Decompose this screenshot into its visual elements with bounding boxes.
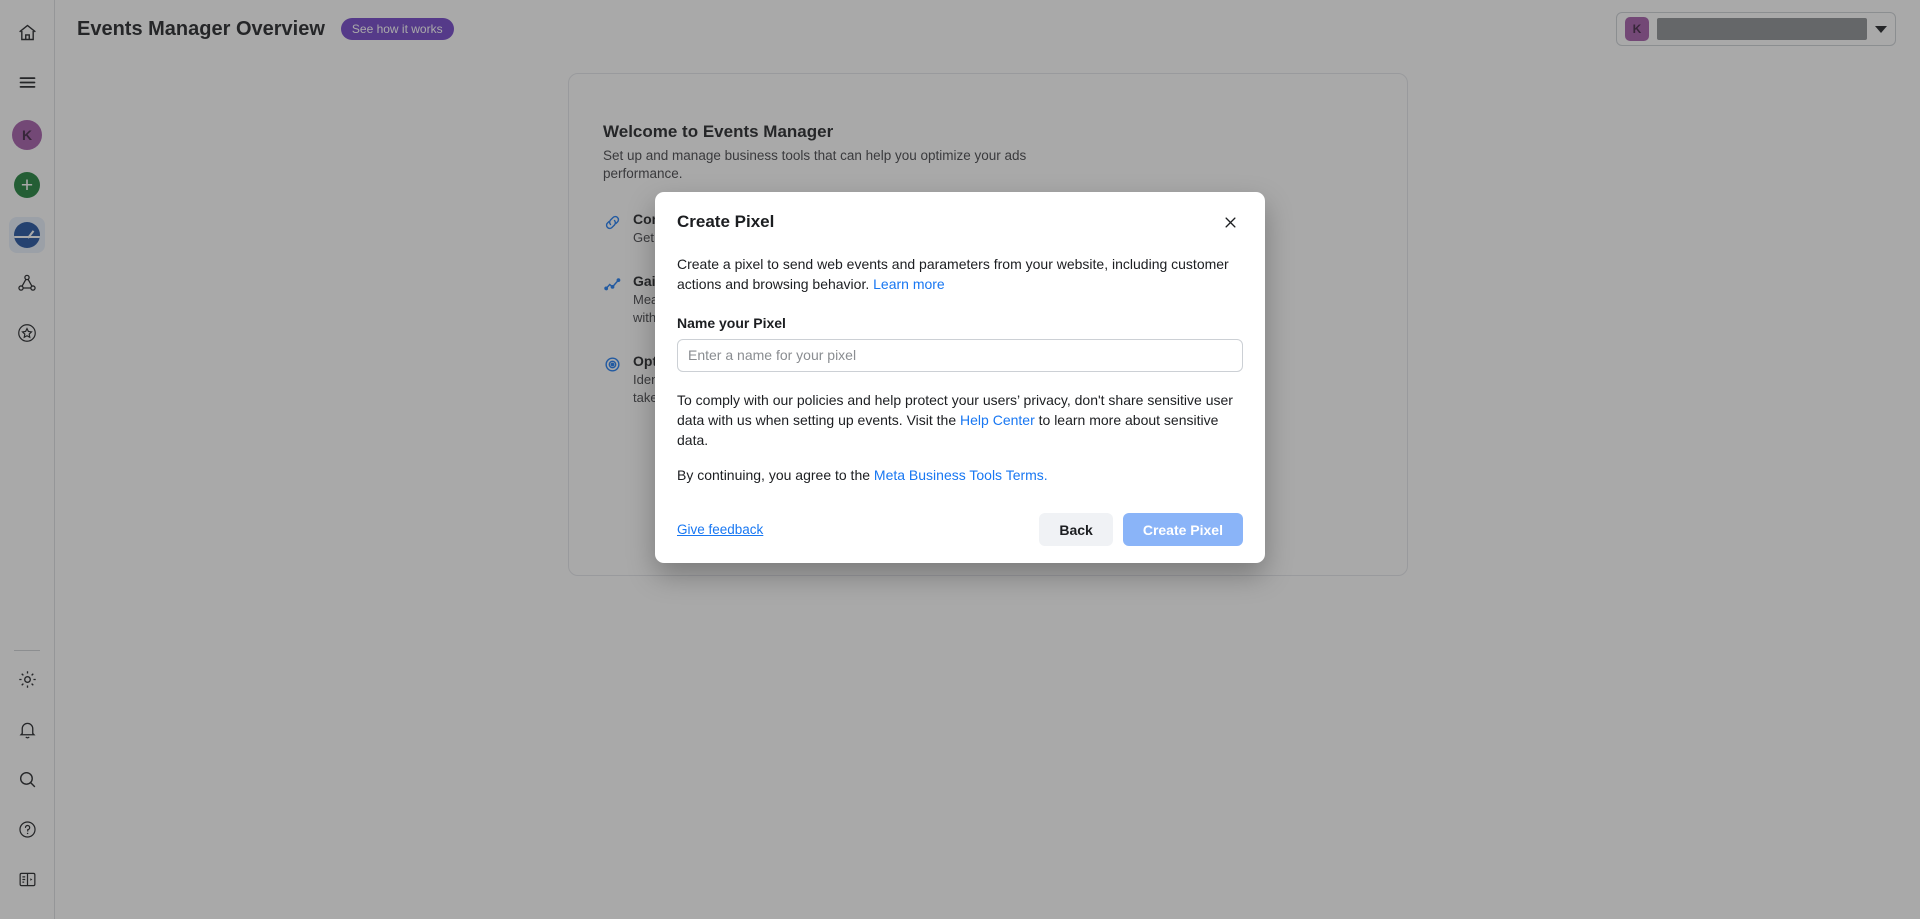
meta-business-tools-terms-link[interactable]: Meta Business Tools Terms. <box>874 467 1048 483</box>
help-center-link[interactable]: Help Center <box>960 412 1035 428</box>
terms-text: By continuing, you agree to the Meta Bus… <box>677 467 1243 483</box>
close-button[interactable] <box>1217 212 1243 238</box>
close-icon <box>1223 215 1238 235</box>
give-feedback-link[interactable]: Give feedback <box>677 522 763 537</box>
dialog-footer: Give feedback Back Create Pixel <box>677 513 1243 563</box>
dialog-header: Create Pixel <box>677 212 1243 238</box>
app-root: K + Events Manager Overview See how it w… <box>0 0 1920 919</box>
terms-text-pre: By continuing, you agree to the <box>677 467 874 484</box>
create-pixel-dialog: Create Pixel Create a pixel to send web … <box>655 192 1265 564</box>
learn-more-link[interactable]: Learn more <box>873 276 945 292</box>
policy-text: To comply with our policies and help pro… <box>677 390 1243 451</box>
dialog-title: Create Pixel <box>677 212 775 231</box>
create-pixel-button[interactable]: Create Pixel <box>1122 513 1243 547</box>
pixel-name-input[interactable] <box>677 338 1243 372</box>
pixel-name-label: Name your Pixel <box>677 314 786 331</box>
back-button[interactable]: Back <box>1039 513 1113 547</box>
dialog-description-text: Create a pixel to send web events and pa… <box>677 256 1229 293</box>
dialog-description: Create a pixel to send web events and pa… <box>677 254 1243 295</box>
